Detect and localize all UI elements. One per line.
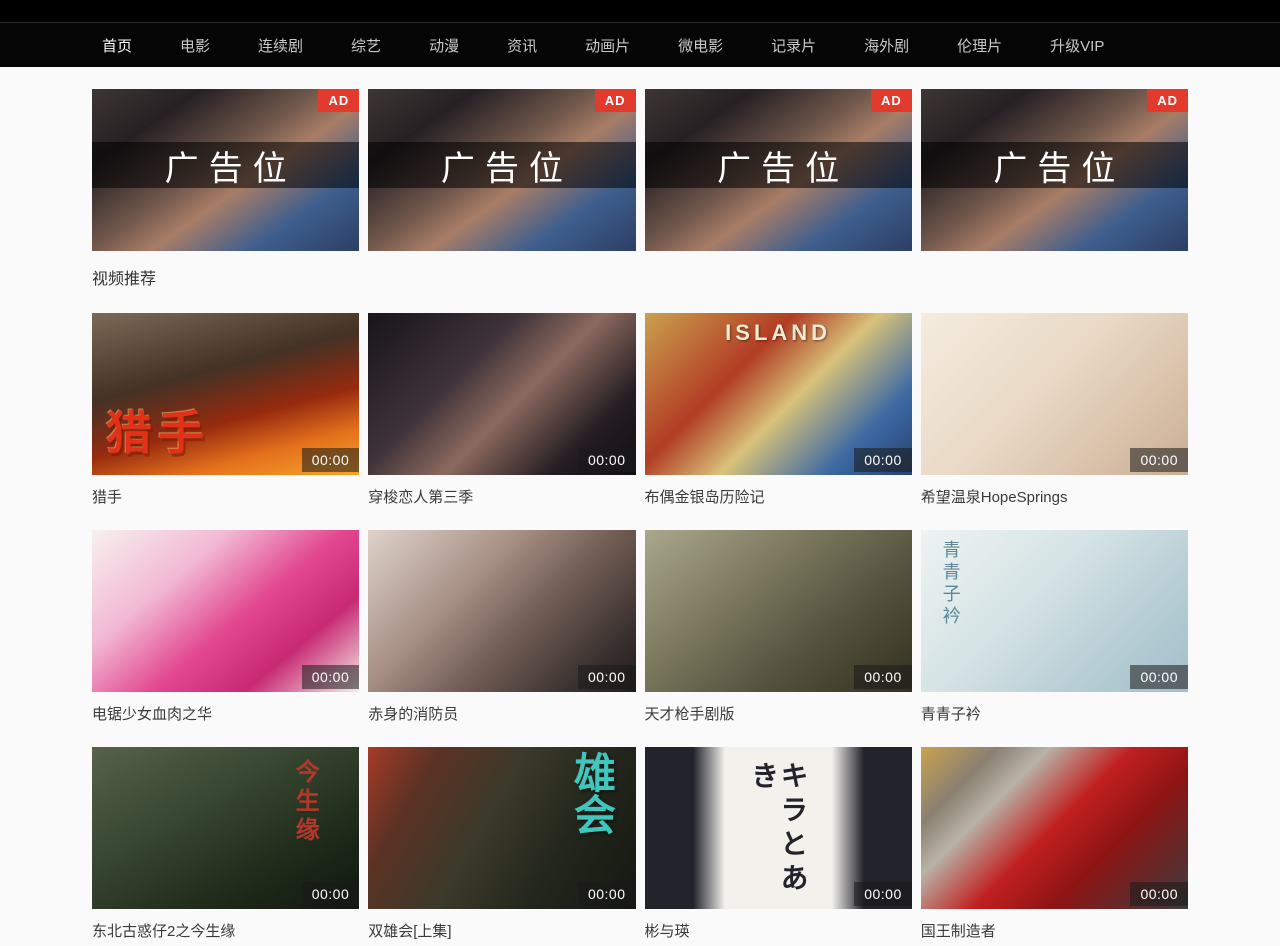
video-title: 布偶金银岛历险记 xyxy=(645,487,912,508)
duration-badge: 00:00 xyxy=(1130,448,1188,472)
duration-badge: 00:00 xyxy=(302,882,360,906)
nav-item-home[interactable]: 首页 xyxy=(102,35,132,56)
duration-badge: 00:00 xyxy=(302,448,360,472)
ad-banner[interactable]: AD 广告位 xyxy=(368,89,635,251)
ad-banner[interactable]: AD 广告位 xyxy=(921,89,1188,251)
video-card[interactable]: ISLAND 00:00 布偶金银岛历险记 xyxy=(645,313,912,508)
video-thumbnail: 00:00 xyxy=(92,530,359,692)
ad-placeholder-band: 广告位 xyxy=(921,142,1188,188)
nav-item-upgrade-vip[interactable]: 升级VIP xyxy=(1050,35,1104,56)
nav-item-ethics[interactable]: 伦理片 xyxy=(957,35,1002,56)
duration-badge: 00:00 xyxy=(578,882,636,906)
video-thumbnail: ISLAND 00:00 xyxy=(645,313,912,475)
ad-placeholder-band: 广告位 xyxy=(368,142,635,188)
nav-item-anime[interactable]: 动漫 xyxy=(429,35,459,56)
duration-badge: 00:00 xyxy=(302,665,360,689)
video-card[interactable]: キラとあき 00:00 彬与瑛 xyxy=(645,747,912,942)
video-card[interactable]: 00:00 电锯少女血肉之华 xyxy=(92,530,359,725)
video-card[interactable]: 青青子衿 00:00 青青子衿 xyxy=(921,530,1188,725)
video-title: 赤身的消防员 xyxy=(368,704,635,725)
ad-placeholder-band: 广告位 xyxy=(92,142,359,188)
page-content: AD 广告位 AD 广告位 AD 广告位 AD 广告位 视频推荐 xyxy=(92,89,1188,946)
video-title: 国王制造者 xyxy=(921,921,1188,942)
video-card[interactable]: 今生缘 00:00 东北古惑仔2之今生缘 xyxy=(92,747,359,942)
video-thumbnail: 青青子衿 00:00 xyxy=(921,530,1188,692)
duration-badge: 00:00 xyxy=(1130,882,1188,906)
video-title: 猎手 xyxy=(92,487,359,508)
video-thumbnail: 00:00 xyxy=(921,313,1188,475)
nav-item-documentary[interactable]: 记录片 xyxy=(771,35,816,56)
poster-art-text: キラとあき xyxy=(749,761,808,909)
duration-badge: 00:00 xyxy=(854,882,912,906)
ad-badge: AD xyxy=(1147,89,1188,112)
nav-item-cartoon[interactable]: 动画片 xyxy=(585,35,630,56)
top-black-bar xyxy=(0,0,1280,22)
duration-badge: 00:00 xyxy=(854,665,912,689)
poster-art-text: 雄会 xyxy=(569,751,613,835)
ad-badge: AD xyxy=(871,89,912,112)
nav-item-variety[interactable]: 综艺 xyxy=(351,35,381,56)
video-card[interactable]: 00:00 赤身的消防员 xyxy=(368,530,635,725)
poster-art-text: 猎手 xyxy=(106,409,210,457)
section-title-video-recommend: 视频推荐 xyxy=(92,269,1188,291)
duration-badge: 00:00 xyxy=(578,665,636,689)
video-title: 电锯少女血肉之华 xyxy=(92,704,359,725)
ad-label: 广告位 xyxy=(155,141,297,190)
video-thumbnail: 00:00 xyxy=(645,530,912,692)
ad-label: 广告位 xyxy=(431,141,573,190)
video-thumbnail: 今生缘 00:00 xyxy=(92,747,359,909)
video-thumbnail: キラとあき 00:00 xyxy=(645,747,912,909)
video-card[interactable]: 猎手 00:00 猎手 xyxy=(92,313,359,508)
video-card[interactable]: 00:00 国王制造者 xyxy=(921,747,1188,942)
duration-badge: 00:00 xyxy=(854,448,912,472)
video-title: 东北古惑仔2之今生缘 xyxy=(92,921,359,942)
video-card[interactable]: 00:00 穿梭恋人第三季 xyxy=(368,313,635,508)
nav-item-microfilm[interactable]: 微电影 xyxy=(678,35,723,56)
ad-label: 广告位 xyxy=(707,141,849,190)
ad-banner[interactable]: AD 广告位 xyxy=(645,89,912,251)
video-title: 天才枪手剧版 xyxy=(645,704,912,725)
duration-badge: 00:00 xyxy=(1130,665,1188,689)
video-title: 青青子衿 xyxy=(921,704,1188,725)
main-navbar: 首页 电影 连续剧 综艺 动漫 资讯 动画片 微电影 记录片 海外剧 伦理片 升… xyxy=(0,22,1280,67)
video-title: 双雄会[上集] xyxy=(368,921,635,942)
poster-art-text: 青青子衿 xyxy=(941,540,960,628)
video-thumbnail: 00:00 xyxy=(921,747,1188,909)
nav-list: 首页 电影 连续剧 综艺 动漫 资讯 动画片 微电影 记录片 海外剧 伦理片 升… xyxy=(92,23,1188,67)
video-thumbnail: 00:00 xyxy=(368,530,635,692)
ad-banner[interactable]: AD 广告位 xyxy=(92,89,359,251)
nav-item-news[interactable]: 资讯 xyxy=(507,35,537,56)
ad-badge: AD xyxy=(595,89,636,112)
poster-art-text: ISLAND xyxy=(645,321,912,344)
ad-label: 广告位 xyxy=(983,141,1125,190)
video-title: 穿梭恋人第三季 xyxy=(368,487,635,508)
duration-badge: 00:00 xyxy=(578,448,636,472)
video-card[interactable]: 00:00 天才枪手剧版 xyxy=(645,530,912,725)
ad-placeholder-band: 广告位 xyxy=(645,142,912,188)
video-title: 彬与瑛 xyxy=(645,921,912,942)
video-card[interactable]: 00:00 希望温泉HopeSprings xyxy=(921,313,1188,508)
ad-banner-row: AD 广告位 AD 广告位 AD 广告位 AD 广告位 xyxy=(92,89,1188,251)
nav-item-movies[interactable]: 电影 xyxy=(180,35,210,56)
ad-badge: AD xyxy=(318,89,359,112)
video-thumbnail: 雄会 00:00 xyxy=(368,747,635,909)
video-grid: 猎手 00:00 猎手 00:00 穿梭恋人第三季 ISLAND 00:00 布… xyxy=(92,313,1188,946)
video-title: 希望温泉HopeSprings xyxy=(921,487,1188,508)
video-thumbnail: 00:00 xyxy=(368,313,635,475)
poster-art-text: 今生缘 xyxy=(292,759,317,846)
video-thumbnail: 猎手 00:00 xyxy=(92,313,359,475)
nav-item-overseas[interactable]: 海外剧 xyxy=(864,35,909,56)
nav-item-series[interactable]: 连续剧 xyxy=(258,35,303,56)
video-card[interactable]: 雄会 00:00 双雄会[上集] xyxy=(368,747,635,942)
